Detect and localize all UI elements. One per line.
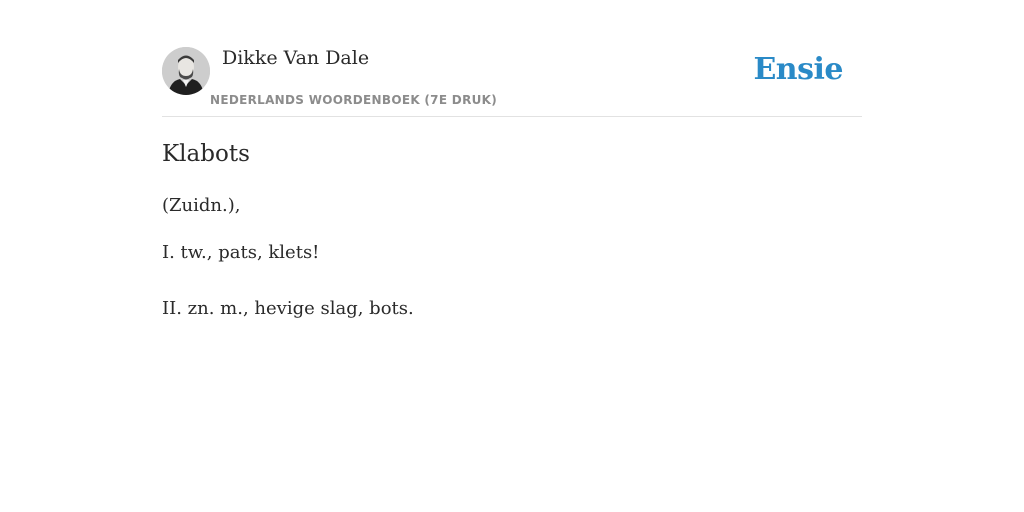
page: Dikke Van Dale NEDERLANDS WOORDENBOEK (7… [0, 0, 1024, 512]
entry-region-note: (Zuidn.), [162, 195, 241, 216]
author-avatar[interactable] [162, 47, 210, 95]
entry-sense-2: II. zn. m., hevige slag, bots. [162, 298, 414, 319]
portrait-icon [162, 47, 210, 95]
entry-headword: Klabots [162, 141, 250, 167]
entry-header: Dikke Van Dale NEDERLANDS WOORDENBOEK (7… [162, 0, 862, 117]
entry-sense-1: I. tw., pats, klets! [162, 242, 320, 263]
dictionary-name: NEDERLANDS WOORDENBOEK (7E DRUK) [210, 93, 498, 107]
ensie-logo-link[interactable]: Ensie [753, 50, 843, 90]
entry-card: Dikke Van Dale NEDERLANDS WOORDENBOEK (7… [162, 0, 862, 319]
author-name[interactable]: Dikke Van Dale [222, 45, 369, 71]
